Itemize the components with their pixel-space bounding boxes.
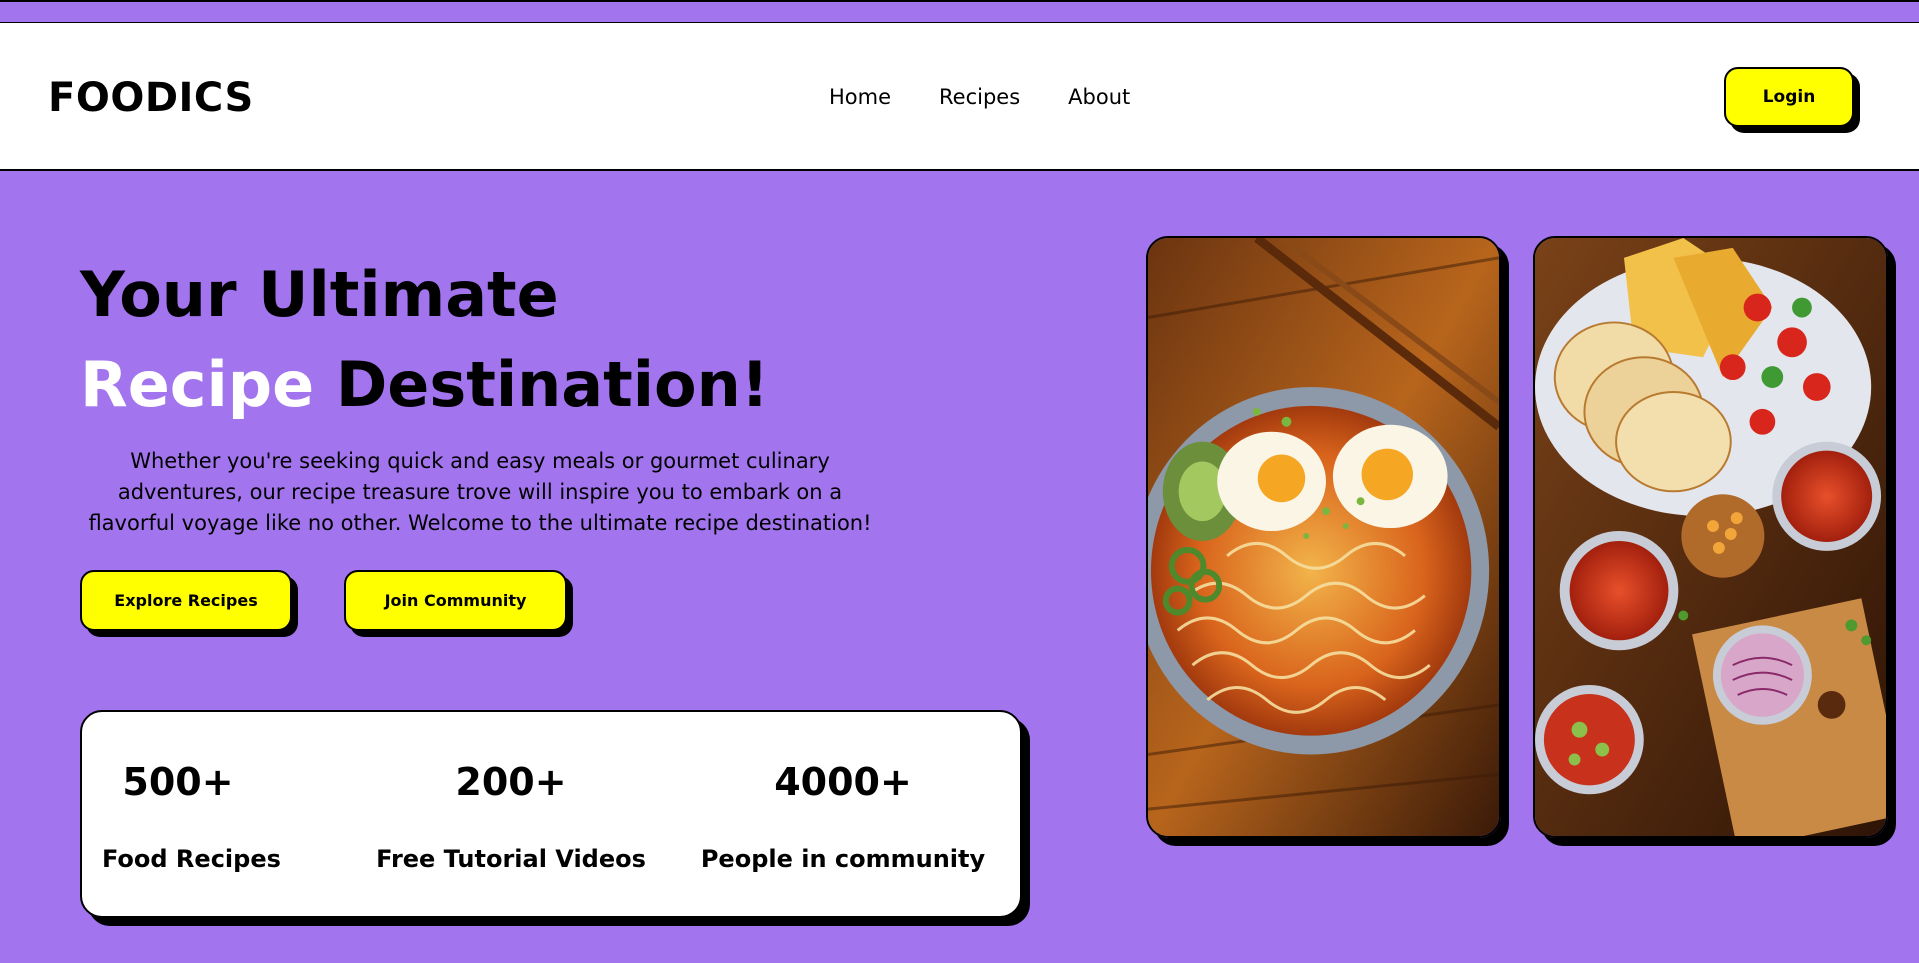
stat-videos: 200+ Free Tutorial Videos: [352, 712, 670, 916]
ramen-image: [1146, 236, 1501, 838]
stat-value: 500+: [122, 760, 234, 804]
hero-title-line1: Your Ultimate: [80, 258, 559, 331]
main-nav: Home Recipes About: [829, 85, 1130, 109]
login-button[interactable]: Login: [1724, 67, 1854, 127]
nav-recipes[interactable]: Recipes: [939, 85, 1020, 109]
hero-description: Whether you're seeking quick and easy me…: [88, 449, 872, 535]
nav-about[interactable]: About: [1068, 85, 1130, 109]
hero-title-rest: Destination!: [314, 348, 770, 421]
stat-label: Food Recipes: [102, 845, 281, 873]
stats-card: 500+ Food Recipes 200+ Free Tutorial Vid…: [80, 710, 1022, 918]
stat-label: Free Tutorial Videos: [376, 845, 646, 873]
stat-community: 4000+ People in community: [678, 712, 1008, 916]
hero-title: Your Ultimate Recipe Destination!: [80, 250, 769, 430]
stat-label: People in community: [700, 845, 986, 873]
top-strip: [0, 0, 1919, 24]
stat-recipes: 500+ Food Recipes: [102, 712, 281, 916]
stat-value: 4000+: [774, 760, 912, 804]
thali-image: [1533, 236, 1888, 838]
explore-recipes-button[interactable]: Explore Recipes: [80, 570, 292, 631]
hero-title-line2: Recipe Destination!: [80, 340, 769, 430]
join-community-button[interactable]: Join Community: [344, 570, 567, 631]
site-header: FOODICS Home Recipes About Login: [0, 23, 1919, 171]
nav-home[interactable]: Home: [829, 85, 891, 109]
logo[interactable]: FOODICS: [48, 75, 254, 121]
hero-title-highlight: Recipe: [80, 348, 315, 421]
stat-value: 200+: [455, 760, 567, 804]
